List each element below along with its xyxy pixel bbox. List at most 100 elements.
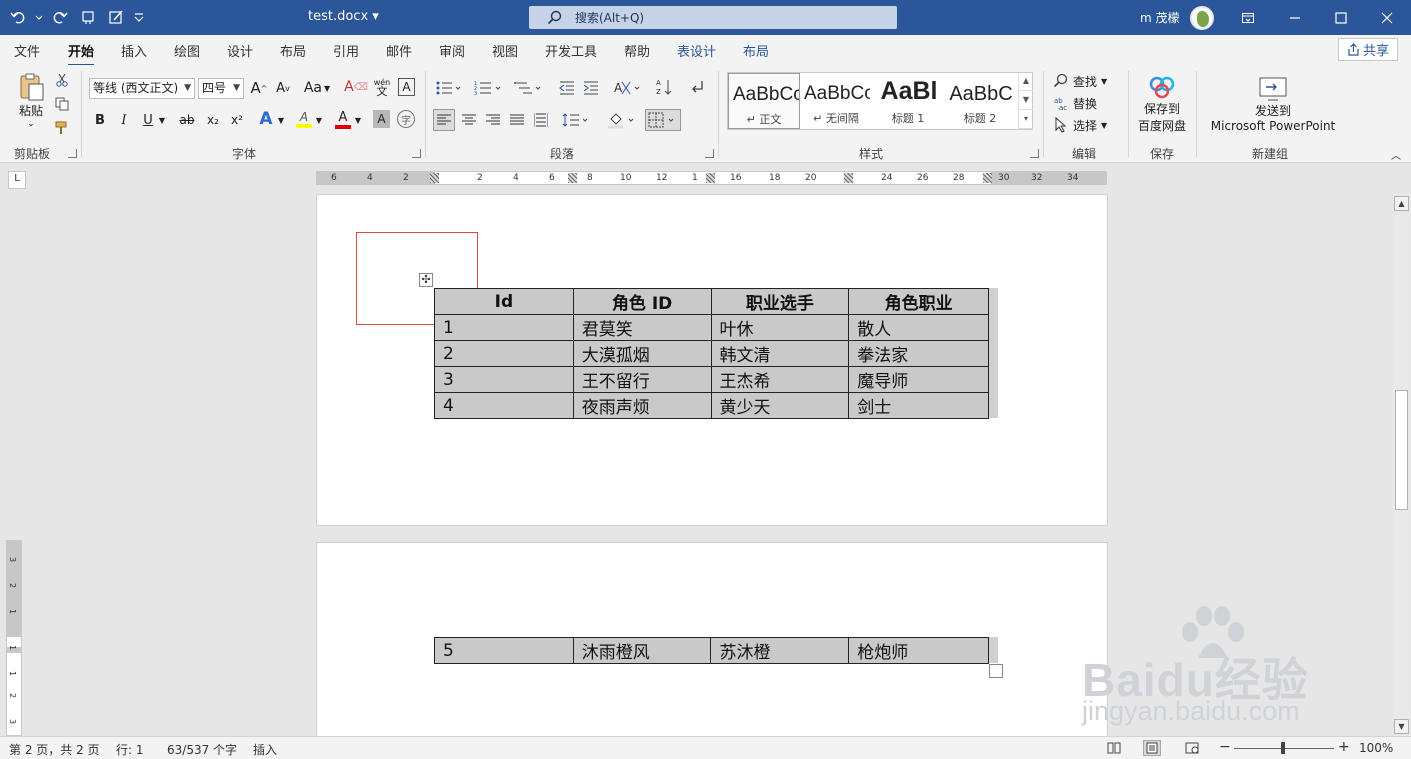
underline-dropdown-icon[interactable]: ▼ xyxy=(157,110,167,130)
select-button[interactable]: 选择 ▼ xyxy=(1053,115,1121,135)
column-marker[interactable] xyxy=(430,173,439,183)
tab-file[interactable]: 文件 xyxy=(14,41,40,60)
align-left-icon[interactable] xyxy=(433,109,455,131)
gallery-more-icon[interactable]: ▾ xyxy=(1019,110,1033,129)
scroll-thumb[interactable] xyxy=(1395,390,1408,510)
font-name-combo[interactable]: 等线 (西文正文) ▼ xyxy=(89,78,195,99)
ribbon-display-options-icon[interactable] xyxy=(1225,0,1271,35)
maximize-icon[interactable] xyxy=(1318,0,1364,35)
line-spacing-button[interactable] xyxy=(560,109,592,131)
tab-insert[interactable]: 插入 xyxy=(121,41,147,60)
text-effects-dropdown-icon[interactable]: ▼ xyxy=(276,110,286,130)
change-case-button[interactable]: Aa ▼ xyxy=(302,78,332,98)
minimize-icon[interactable] xyxy=(1272,0,1318,35)
undo-icon[interactable] xyxy=(6,6,30,28)
char-shading-button[interactable]: A xyxy=(373,110,390,128)
gallery-up-icon[interactable]: ▲ xyxy=(1019,72,1033,91)
table-cell[interactable]: 王不留行 xyxy=(572,366,712,393)
document-title[interactable]: test.docx ▾ xyxy=(308,9,379,24)
table-cell[interactable]: 苏沐橙 xyxy=(710,637,850,664)
table-cell[interactable]: 3 xyxy=(434,366,574,393)
zoom-level[interactable]: 100% xyxy=(1359,741,1393,755)
table-cell[interactable]: 魔导师 xyxy=(848,366,989,393)
web-layout-icon[interactable] xyxy=(1183,740,1201,756)
tab-help[interactable]: 帮助 xyxy=(624,41,650,60)
tab-design[interactable]: 设计 xyxy=(227,41,253,60)
copy-icon[interactable] xyxy=(53,95,71,113)
table-cell[interactable]: 拳法家 xyxy=(848,340,989,367)
clipboard-launcher-icon[interactable] xyxy=(68,149,77,158)
table-cell[interactable]: 王杰希 xyxy=(710,366,850,393)
replace-button[interactable]: ab ac 替换 xyxy=(1053,93,1121,113)
table-cell[interactable]: 5 xyxy=(434,637,574,664)
grow-font-icon[interactable]: A ^ xyxy=(249,78,269,98)
paste-dropdown-icon[interactable]: ⌄ xyxy=(27,119,35,129)
table-cell[interactable]: 枪炮师 xyxy=(848,637,989,664)
table-header-cell[interactable]: 角色职业 xyxy=(848,288,989,315)
justify-icon[interactable] xyxy=(506,109,528,131)
page-count[interactable]: 第 2 页，共 2 页 xyxy=(9,741,100,758)
tab-mailings[interactable]: 邮件 xyxy=(386,41,412,60)
borders-button[interactable] xyxy=(645,109,681,131)
scroll-down-icon[interactable]: ▼ xyxy=(1394,719,1409,734)
table-resize-handle[interactable] xyxy=(989,664,1003,678)
table-move-handle-icon[interactable]: ✣ xyxy=(419,273,433,287)
tab-table-layout[interactable]: 布局 xyxy=(743,41,769,60)
table-header-cell[interactable]: 职业选手 xyxy=(710,288,850,315)
char-border-icon[interactable]: A xyxy=(398,78,415,96)
paste-button[interactable]: 粘贴 ⌄ xyxy=(14,71,48,129)
enclose-char-button[interactable]: 字 xyxy=(397,110,415,128)
horizontal-ruler[interactable]: 6 4 2 2 4 6 8 10 12 1 16 18 20 24 26 28 … xyxy=(316,171,1107,185)
zoom-slider-thumb[interactable] xyxy=(1281,742,1285,754)
align-right-icon[interactable] xyxy=(482,109,504,131)
undo-dropdown-icon[interactable] xyxy=(34,6,44,28)
line-number[interactable]: 行: 1 xyxy=(116,741,144,758)
underline-button[interactable]: U xyxy=(140,110,156,130)
table-cell[interactable]: 剑士 xyxy=(848,392,989,419)
zoom-in-button[interactable]: + xyxy=(1338,739,1350,755)
decrease-indent-icon[interactable] xyxy=(557,78,577,98)
table-cell[interactable]: 君莫笑 xyxy=(572,314,712,341)
font-color-dropdown-icon[interactable]: ▼ xyxy=(353,110,363,130)
align-center-icon[interactable] xyxy=(458,109,480,131)
draw-table-icon[interactable] xyxy=(104,6,128,28)
style-no-spacing[interactable]: AaBbCcI ↵ 无间隔 xyxy=(800,73,872,129)
subscript-button[interactable]: x₂ xyxy=(204,110,222,130)
table-header-cell[interactable]: Id xyxy=(434,288,574,315)
shrink-font-icon[interactable]: Av xyxy=(273,78,293,98)
zoom-out-button[interactable]: − xyxy=(1219,739,1231,755)
tab-selector[interactable]: L xyxy=(8,171,26,189)
scroll-up-icon[interactable]: ▲ xyxy=(1394,196,1409,211)
tab-table-design[interactable]: 表设计 xyxy=(677,41,716,60)
style-heading-2[interactable]: AaBbC 标题 2 xyxy=(944,73,1016,129)
tab-review[interactable]: 审阅 xyxy=(439,41,465,60)
multilevel-list-button[interactable] xyxy=(512,78,544,98)
read-mode-icon[interactable] xyxy=(1105,740,1123,756)
table-cell[interactable]: 夜雨声烦 xyxy=(572,392,712,419)
shading-button[interactable] xyxy=(605,109,639,131)
increase-indent-icon[interactable] xyxy=(581,78,601,98)
font-size-combo[interactable]: 四号 ▼ xyxy=(198,78,244,99)
column-marker[interactable] xyxy=(983,173,992,183)
data-table-page-2[interactable]: 5 沐雨橙风 苏沐橙 枪炮师 xyxy=(434,637,989,664)
table-cell[interactable]: 散人 xyxy=(848,314,989,341)
table-cell[interactable]: 大漠孤烟 xyxy=(572,340,712,367)
gallery-down-icon[interactable]: ▼ xyxy=(1019,91,1033,110)
input-mode[interactable]: 插入 xyxy=(253,741,277,758)
font-launcher-icon[interactable] xyxy=(412,149,421,158)
column-marker[interactable] xyxy=(568,173,577,183)
redo-icon[interactable] xyxy=(48,6,72,28)
bold-button[interactable]: B xyxy=(92,110,108,130)
format-painter-icon[interactable] xyxy=(53,119,71,137)
sort-icon[interactable]: AZ xyxy=(654,76,676,98)
vertical-scrollbar[interactable]: ▲ ▼ xyxy=(1393,194,1410,736)
table-cell[interactable]: 韩文清 xyxy=(710,340,850,367)
tab-developer[interactable]: 开发工具 xyxy=(545,41,597,60)
cut-icon[interactable] xyxy=(53,71,71,89)
table-cell[interactable]: 叶休 xyxy=(710,314,850,341)
highlight-button[interactable]: A xyxy=(294,108,314,130)
close-icon[interactable] xyxy=(1364,0,1410,35)
tab-draw[interactable]: 绘图 xyxy=(174,41,200,60)
strikethrough-button[interactable]: ab xyxy=(177,110,197,130)
chinese-layout-button[interactable]: A xyxy=(612,78,644,98)
